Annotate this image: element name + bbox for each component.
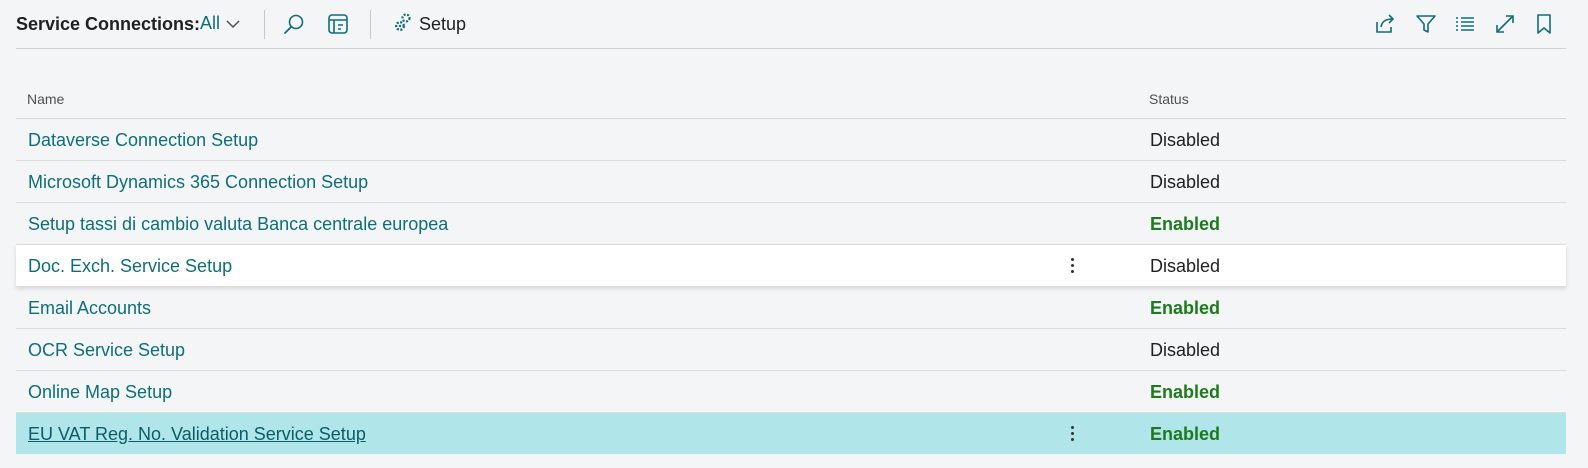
bookmark-icon[interactable] — [1532, 12, 1556, 36]
row-status: Enabled — [1150, 214, 1221, 234]
row-status: Disabled — [1150, 130, 1221, 150]
toolbar-divider-line — [16, 48, 1566, 49]
list-header: Name Status — [16, 76, 1566, 119]
toolbar-divider — [264, 10, 265, 39]
row-name-link[interactable]: Email Accounts — [28, 298, 151, 319]
setup-gear-icon — [392, 11, 414, 38]
row-status: Disabled — [1150, 256, 1221, 276]
row-name-link[interactable]: Microsoft Dynamics 365 Connection Setup — [28, 172, 368, 193]
table-row[interactable]: Microsoft Dynamics 365 Connection Setup … — [16, 161, 1566, 203]
table-row[interactable]: Email Accounts Enabled — [16, 287, 1566, 329]
service-connections-list: Name Status Dataverse Connection Setup D… — [16, 76, 1566, 454]
chevron-down-icon — [226, 13, 240, 34]
more-options-icon[interactable] — [1062, 253, 1082, 277]
view-selector[interactable]: All — [200, 13, 240, 34]
more-options-icon[interactable] — [1062, 421, 1082, 445]
search-icon[interactable] — [282, 12, 306, 36]
page-title: Service Connections: — [16, 14, 201, 34]
edit-list-icon[interactable] — [326, 12, 350, 36]
row-name-link[interactable]: Doc. Exch. Service Setup — [28, 256, 232, 277]
column-header-name[interactable]: Name — [27, 91, 64, 107]
share-icon[interactable] — [1373, 12, 1397, 36]
row-status: Enabled — [1150, 424, 1221, 444]
expand-icon[interactable] — [1493, 12, 1517, 36]
action-bar: Service Connections: All Setup — [0, 0, 1588, 48]
column-header-status[interactable]: Status — [1149, 91, 1189, 107]
setup-label: Setup — [419, 13, 467, 34]
table-row-selected[interactable]: EU VAT Reg. No. Validation Service Setup… — [16, 413, 1566, 454]
table-row[interactable]: Setup tassi di cambio valuta Banca centr… — [16, 203, 1566, 245]
row-status: Enabled — [1150, 298, 1221, 318]
table-row-current[interactable]: Doc. Exch. Service Setup Disabled — [16, 245, 1566, 287]
view-label: All — [200, 13, 221, 33]
row-name-link[interactable]: Online Map Setup — [28, 382, 172, 403]
filter-icon[interactable] — [1414, 12, 1438, 36]
row-name-link[interactable]: OCR Service Setup — [28, 340, 185, 361]
row-name-link[interactable]: Setup tassi di cambio valuta Banca centr… — [28, 214, 448, 235]
table-row[interactable]: OCR Service Setup Disabled — [16, 329, 1566, 371]
setup-button[interactable]: Setup — [392, 12, 466, 36]
row-status: Disabled — [1150, 172, 1221, 192]
row-name-link[interactable]: Dataverse Connection Setup — [28, 130, 258, 151]
list-view-icon[interactable] — [1453, 12, 1477, 36]
row-status: Enabled — [1150, 382, 1221, 402]
row-status: Disabled — [1150, 340, 1221, 360]
row-name-link[interactable]: EU VAT Reg. No. Validation Service Setup — [28, 424, 366, 445]
toolbar-divider — [370, 10, 371, 39]
table-row[interactable]: Online Map Setup Enabled — [16, 371, 1566, 413]
table-row[interactable]: Dataverse Connection Setup Disabled — [16, 119, 1566, 161]
